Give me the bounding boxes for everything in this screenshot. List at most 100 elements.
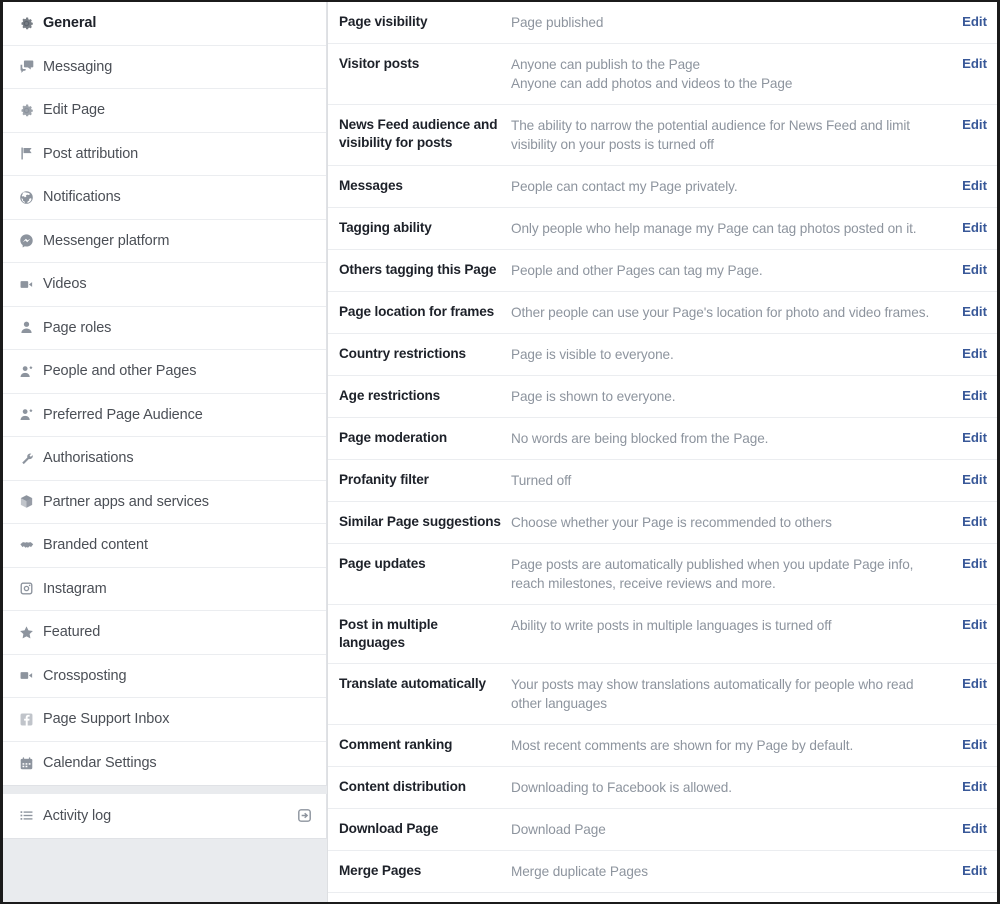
sidebar-item-crossposting[interactable]: Crossposting (3, 654, 326, 698)
setting-description-line: Anyone can publish to the Page (511, 57, 700, 72)
arrow-into-box-icon[interactable] (295, 806, 314, 825)
sidebar-item-partner-apps-and-services[interactable]: Partner apps and services (3, 480, 326, 524)
setting-description: Only people who help manage my Page can … (511, 219, 953, 238)
edit-link[interactable]: Edit (953, 177, 997, 195)
sidebar-item-preferred-page-audience[interactable]: Preferred Page Audience (3, 393, 326, 437)
edit-link[interactable]: Edit (953, 303, 997, 321)
edit-link[interactable]: Edit (953, 219, 997, 237)
sidebar-item-label: Page roles (43, 319, 112, 336)
sidebar-item-label: Videos (43, 276, 87, 293)
setting-description: Merge duplicate Pages (511, 862, 953, 881)
edit-link[interactable]: Edit (953, 261, 997, 279)
sidebar-item-activity-log[interactable]: Activity log (3, 794, 326, 838)
sidebar-item-videos[interactable]: Videos (3, 263, 326, 307)
messenger-icon (16, 231, 36, 251)
settings-main-panel: Page visibility Page published Edit Visitor… (327, 2, 997, 902)
sidebar-item-calendar-settings[interactable]: Calendar Settings (3, 741, 326, 785)
sidebar-group-1: General Messaging Edit Page Post attributio… (3, 2, 327, 786)
settings-row: Page visibility Page published Edit (328, 2, 997, 44)
sidebar-item-general[interactable]: General (3, 2, 326, 46)
setting-label: Page updates (339, 556, 426, 571)
setting-label: Merge Pages (339, 863, 422, 878)
settings-row: News Feed audience and visibility for po… (328, 105, 997, 166)
sidebar-item-notifications[interactable]: Notifications (3, 176, 326, 220)
settings-row: Merge Pages Merge duplicate Pages Edit (328, 851, 997, 893)
sidebar-item-post-attribution[interactable]: Post attribution (3, 132, 326, 176)
edit-link[interactable]: Edit (953, 13, 997, 31)
edit-link[interactable]: Edit (953, 55, 997, 73)
settings-row: Content distribution Downloading to Faceb… (328, 767, 997, 809)
flag-icon (16, 144, 36, 164)
settings-row: Download Page Download Page Edit (328, 809, 997, 851)
setting-description-line: Your posts may show translations automat… (511, 677, 914, 711)
edit-link[interactable]: Edit (953, 736, 997, 754)
setting-description-line: Turned off (511, 473, 572, 488)
edit-link[interactable]: Edit (953, 345, 997, 363)
cube-icon (16, 492, 36, 512)
setting-description-line: No words are being blocked from the Page… (511, 431, 769, 446)
edit-link[interactable]: Edit (953, 675, 997, 693)
settings-row: Page updates Page posts are automatically… (328, 544, 997, 605)
settings-row: Others tagging this Page People and other… (328, 250, 997, 292)
setting-label: Translate automatically (339, 676, 486, 691)
setting-label: Tagging ability (339, 220, 432, 235)
setting-label: Post in multiple languages (339, 617, 438, 650)
sidebar-item-page-support-inbox[interactable]: Page Support Inbox (3, 698, 326, 742)
setting-description: Page is visible to everyone. (511, 345, 953, 364)
sidebar-group-2: Activity log (3, 794, 327, 839)
sidebar-item-authorisations[interactable]: Authorisations (3, 437, 326, 481)
wrench-icon (16, 448, 36, 468)
sidebar-item-messenger-platform[interactable]: Messenger platform (3, 219, 326, 263)
sidebar-item-edit-page[interactable]: Edit Page (3, 89, 326, 133)
setting-description-line: Most recent comments are shown for my Pa… (511, 738, 854, 753)
calendar-icon (16, 753, 36, 773)
setting-description: Downloading to Facebook is allowed. (511, 778, 953, 797)
sidebar-item-branded-content[interactable]: Branded content (3, 524, 326, 568)
sidebar-item-featured[interactable]: Featured (3, 611, 326, 655)
sidebar-item-label: Featured (43, 624, 101, 641)
setting-description: Ability to write posts in multiple langu… (511, 616, 953, 635)
setting-description: Anyone can publish to the Page Anyone can… (511, 55, 953, 93)
person-icon (16, 318, 36, 338)
setting-description: The ability to narrow the potential audi… (511, 116, 953, 154)
sidebar-item-instagram[interactable]: Instagram (3, 567, 326, 611)
video-camera-icon (16, 274, 36, 294)
setting-label: Similar Page suggestions (339, 514, 501, 529)
settings-row: Visitor posts Anyone can publish to the P… (328, 44, 997, 105)
setting-description: People and other Pages can tag my Page. (511, 261, 953, 280)
setting-description: People can contact my Page privately. (511, 177, 953, 196)
setting-label: Visitor posts (339, 56, 420, 71)
settings-row: Messages People can contact my Page priva… (328, 166, 997, 208)
sidebar-item-people-and-other-pages[interactable]: People and other Pages (3, 350, 326, 394)
settings-row: Page location for frames Other people can… (328, 292, 997, 334)
edit-link[interactable]: Edit (953, 116, 997, 134)
setting-description-line: Only people who help manage my Page can … (511, 221, 917, 236)
setting-description: Other people can use your Page's locatio… (511, 303, 953, 322)
edit-link[interactable]: Edit (953, 778, 997, 796)
sidebar-item-label: Calendar Settings (43, 755, 157, 772)
video-camera-icon (16, 666, 36, 686)
setting-description-line: Ability to write posts in multiple langu… (511, 618, 832, 633)
edit-link[interactable]: Edit (953, 555, 997, 573)
person-star-icon (16, 361, 36, 381)
sidebar-item-page-roles[interactable]: Page roles (3, 306, 326, 350)
edit-link[interactable]: Edit (953, 513, 997, 531)
edit-link[interactable]: Edit (953, 429, 997, 447)
settings-row: Similar Page suggestions Choose whether y… (328, 502, 997, 544)
setting-description-line: Downloading to Facebook is allowed. (511, 780, 732, 795)
setting-label: News Feed audience and visibility for po… (339, 117, 498, 150)
edit-link[interactable]: Edit (953, 862, 997, 880)
edit-link[interactable]: Edit (953, 471, 997, 489)
sidebar-item-label: General (43, 15, 97, 32)
gear-icon (16, 13, 36, 33)
sidebar-item-label: Preferred Page Audience (43, 406, 203, 423)
sidebar-item-label: People and other Pages (43, 363, 197, 380)
sidebar-item-label: Messaging (43, 58, 113, 75)
edit-link[interactable]: Edit (953, 820, 997, 838)
setting-description-line: The ability to narrow the potential audi… (511, 118, 910, 152)
edit-link[interactable]: Edit (953, 387, 997, 405)
edit-link[interactable]: Edit (953, 616, 997, 634)
star-icon (16, 622, 36, 642)
sidebar-item-messaging[interactable]: Messaging (3, 45, 326, 89)
gear-icon (16, 100, 36, 120)
